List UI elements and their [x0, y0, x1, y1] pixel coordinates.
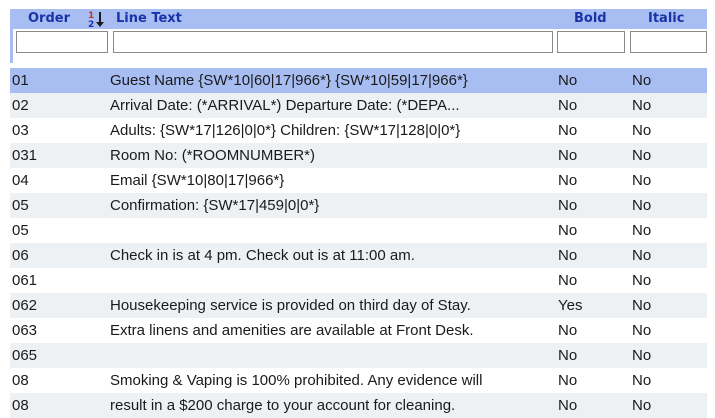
header-row: Order 1 2 Line Text Bold Italic	[10, 9, 707, 29]
italic-cell: No	[632, 247, 652, 264]
bold-filter-input[interactable]	[557, 31, 625, 53]
bold-cell: No	[558, 172, 578, 189]
bold-cell: No	[558, 197, 578, 214]
order-cell: 031	[12, 147, 38, 164]
table-row[interactable]: 04 Email {SW*10|80|17|966*} No No	[10, 168, 707, 193]
italic-cell: No	[632, 147, 652, 164]
bold-cell: No	[558, 72, 578, 89]
italic-cell: No	[632, 297, 652, 314]
table-row[interactable]: 02 Arrival Date: (*ARRIVAL*) Departure Da…	[10, 93, 707, 118]
order-cell: 08	[12, 397, 29, 414]
line-text-cell: Guest Name {SW*10|60|17|966*} {SW*10|59|…	[110, 72, 468, 89]
table-row[interactable]: 031 Room No: (*ROOMNUMBER*) No No	[10, 143, 707, 168]
order-cell: 061	[12, 272, 38, 289]
order-cell: 062	[12, 297, 38, 314]
italic-cell: No	[632, 97, 652, 114]
filter-row	[10, 29, 707, 63]
line-text-grid: Order 1 2 Line Text Bold Italic 01 Guest …	[10, 9, 707, 418]
order-cell: 03	[12, 122, 29, 139]
table-row[interactable]: 061 No No	[10, 268, 707, 293]
order-cell: 06	[12, 247, 29, 264]
italic-cell: No	[632, 347, 652, 364]
table-row[interactable]: 03 Adults: {SW*17|126|0|0*} Children: {SW…	[10, 118, 707, 143]
bold-cell: No	[558, 247, 578, 264]
order-cell: 02	[12, 97, 29, 114]
bold-cell: No	[558, 147, 578, 164]
bold-cell: No	[558, 322, 578, 339]
column-header-italic[interactable]: Italic	[648, 11, 684, 26]
line-text-cell: Smoking & Vaping is 100% prohibited. Any…	[110, 372, 483, 389]
italic-cell: No	[632, 272, 652, 289]
italic-cell: No	[632, 372, 652, 389]
italic-cell: No	[632, 222, 652, 239]
order-cell: 08	[12, 372, 29, 389]
order-filter-input[interactable]	[16, 31, 108, 53]
bold-cell: No	[558, 222, 578, 239]
line-text-cell: Email {SW*10|80|17|966*}	[110, 172, 285, 189]
bold-cell: No	[558, 97, 578, 114]
table-row[interactable]: 063 Extra linens and amenities are availa…	[10, 318, 707, 343]
table-row[interactable]: 05 Confirmation: {SW*17|459|0|0*} No No	[10, 193, 707, 218]
bold-cell: No	[558, 347, 578, 364]
bold-cell: No	[558, 372, 578, 389]
column-header-bold[interactable]: Bold	[574, 11, 607, 26]
table-row[interactable]: 065 No No	[10, 343, 707, 368]
table-row[interactable]: 06 Check in is at 4 pm. Check out is at 1…	[10, 243, 707, 268]
line-text-cell: Check in is at 4 pm. Check out is at 11:…	[110, 247, 415, 264]
column-header-order[interactable]: Order	[28, 11, 70, 26]
italic-cell: No	[632, 397, 652, 414]
bold-cell: Yes	[558, 297, 583, 314]
line-text-cell: Adults: {SW*17|126|0|0*} Children: {SW*1…	[110, 122, 461, 139]
bold-cell: No	[558, 272, 578, 289]
italic-cell: No	[632, 172, 652, 189]
italic-filter-input[interactable]	[630, 31, 707, 53]
table-row[interactable]: 062 Housekeeping service is provided on t…	[10, 293, 707, 318]
italic-cell: No	[632, 72, 652, 89]
bold-cell: No	[558, 397, 578, 414]
table-row[interactable]: 08 result in a $200 charge to your accoun…	[10, 393, 707, 418]
svg-text:2: 2	[88, 20, 94, 28]
line-text-cell: Room No: (*ROOMNUMBER*)	[110, 147, 316, 164]
bold-cell: No	[558, 122, 578, 139]
line-text-cell: Arrival Date: (*ARRIVAL*) Departure Date…	[110, 97, 460, 114]
order-cell: 063	[12, 322, 38, 339]
table-row[interactable]: 08 Smoking & Vaping is 100% prohibited. A…	[10, 368, 707, 393]
line-text-cell: result in a $200 charge to your account …	[110, 397, 456, 414]
italic-cell: No	[632, 197, 652, 214]
column-header-line-text[interactable]: Line Text	[116, 11, 182, 26]
table-row-selected[interactable]: 01 Guest Name {SW*10|60|17|966*} {SW*10|5…	[10, 68, 707, 93]
order-cell: 04	[12, 172, 29, 189]
grid-body: 01 Guest Name {SW*10|60|17|966*} {SW*10|5…	[10, 68, 707, 418]
line-text-cell: Extra linens and amenities are available…	[110, 322, 474, 339]
order-cell: 05	[12, 197, 29, 214]
italic-cell: No	[632, 322, 652, 339]
order-cell: 01	[12, 72, 29, 89]
table-row[interactable]: 05 No No	[10, 218, 707, 243]
sort-descending-icon[interactable]: 1 2	[88, 10, 106, 28]
line-text-cell: Confirmation: {SW*17|459|0|0*}	[110, 197, 320, 214]
order-cell: 065	[12, 347, 38, 364]
italic-cell: No	[632, 122, 652, 139]
line-text-cell: Housekeeping service is provided on thir…	[110, 297, 471, 314]
order-cell: 05	[12, 222, 29, 239]
line-text-filter-input[interactable]	[113, 31, 553, 53]
